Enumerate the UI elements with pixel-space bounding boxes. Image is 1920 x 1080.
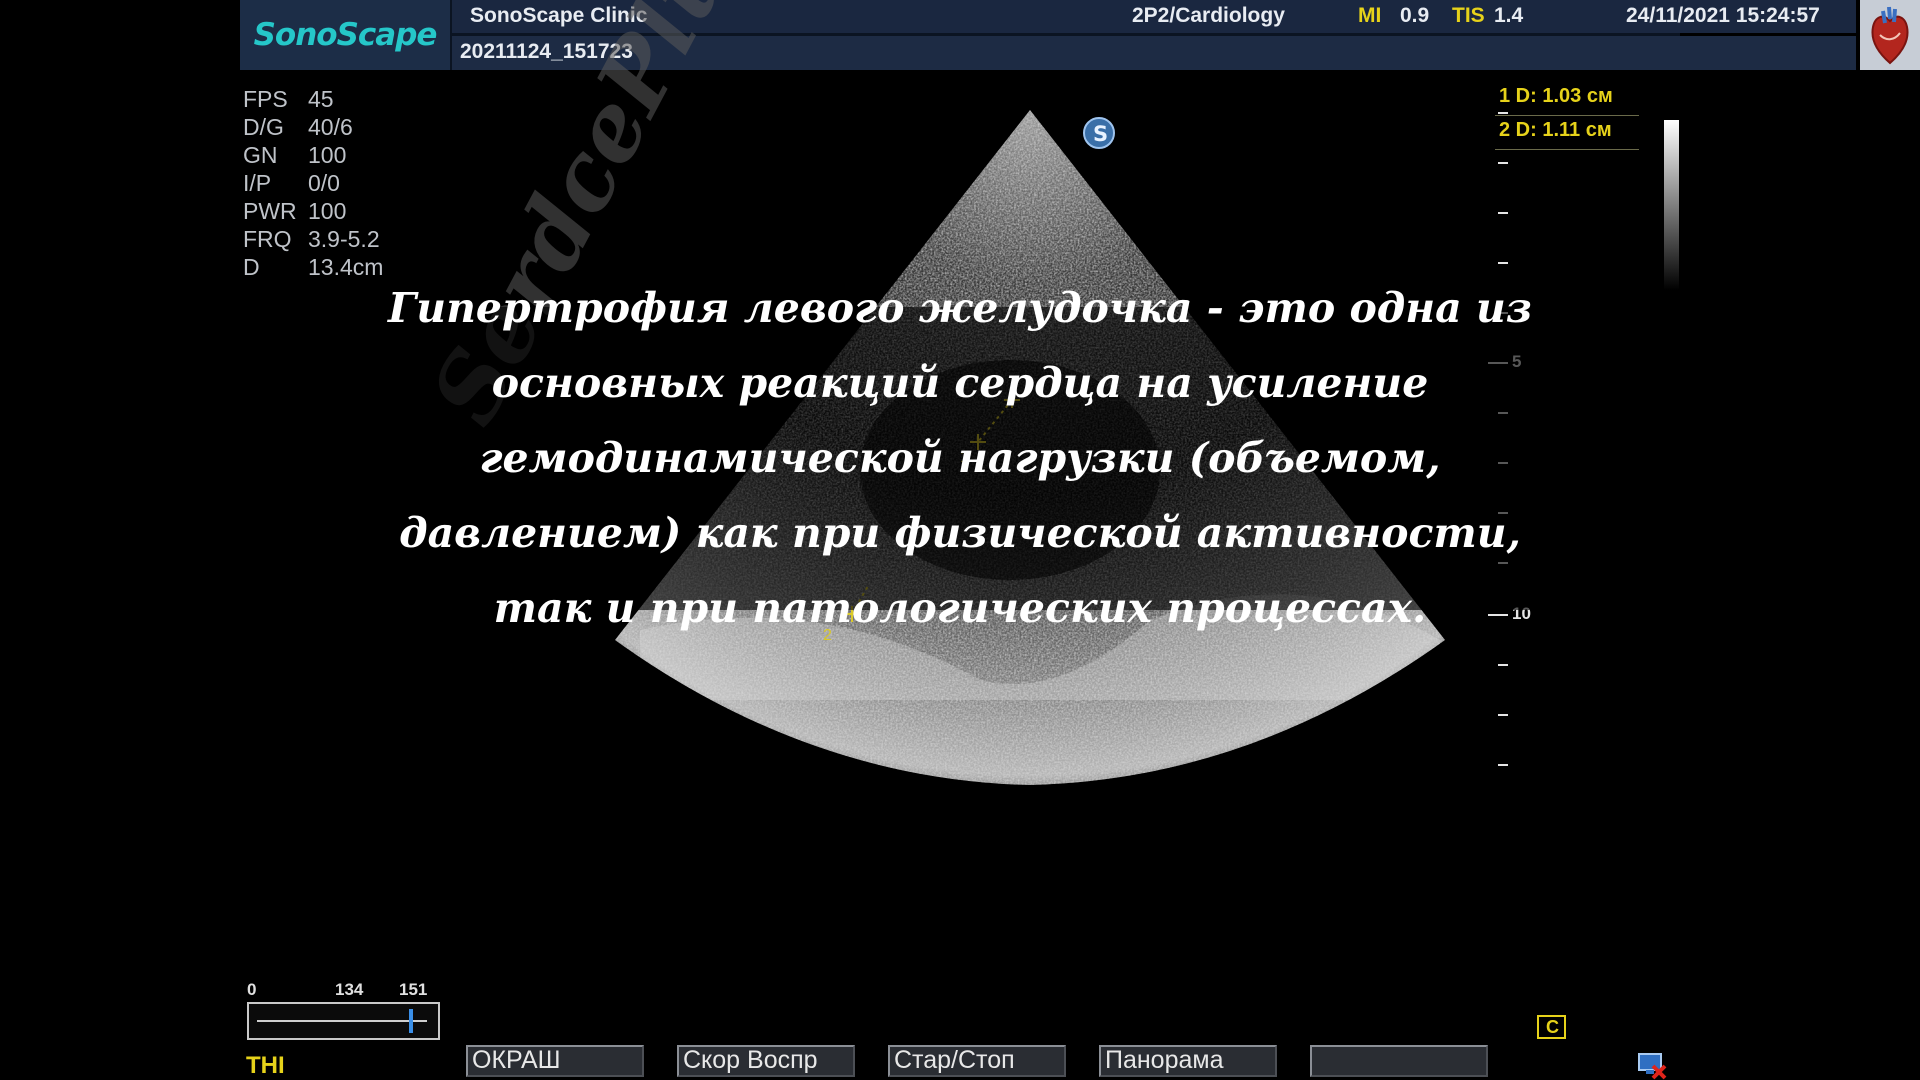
depth-tick: [1498, 212, 1508, 214]
depth-tick: [1498, 764, 1508, 766]
slider-handle[interactable]: [409, 1009, 413, 1033]
measurement-row: 2 D: 1.11 см: [1495, 116, 1639, 150]
thi-mode-label: THI: [246, 1052, 285, 1079]
empty-softkey-button[interactable]: [1310, 1045, 1488, 1077]
playback-speed-button[interactable]: Скор Воспр: [677, 1045, 855, 1077]
measurement-results: 1 D: 1.03 см 2 D: 1.11 см: [1495, 82, 1639, 150]
grayscale-bar: [1664, 120, 1679, 290]
depth-tick: [1498, 162, 1508, 164]
slider-track[interactable]: [247, 1002, 440, 1040]
depth-tick: [1498, 112, 1508, 114]
start-stop-button[interactable]: Стар/Стоп: [888, 1045, 1066, 1077]
color-button[interactable]: ОКРАШ: [466, 1045, 644, 1077]
caption-overlay: Гипертрофия левого желудочка - это одна …: [367, 284, 1553, 632]
slider-max: 151: [399, 980, 428, 999]
slider-line: [257, 1020, 427, 1022]
caption-text: Гипертрофия левого желудочка - это одна …: [387, 284, 1533, 632]
depth-tick: [1498, 664, 1508, 666]
network-status-icon[interactable]: [1637, 1050, 1667, 1080]
slider-min: 0: [247, 980, 257, 999]
depth-tick: [1498, 262, 1508, 264]
panorama-button[interactable]: Панорама: [1099, 1045, 1277, 1077]
c-icon[interactable]: C: [1537, 1015, 1566, 1039]
depth-tick: [1498, 714, 1508, 716]
cine-slider[interactable]: 0 134 151: [247, 980, 440, 1040]
probe-orientation-letter: S: [1093, 122, 1108, 146]
measurement-row: 1 D: 1.03 см: [1495, 82, 1639, 116]
slider-mark: 134: [335, 980, 364, 999]
